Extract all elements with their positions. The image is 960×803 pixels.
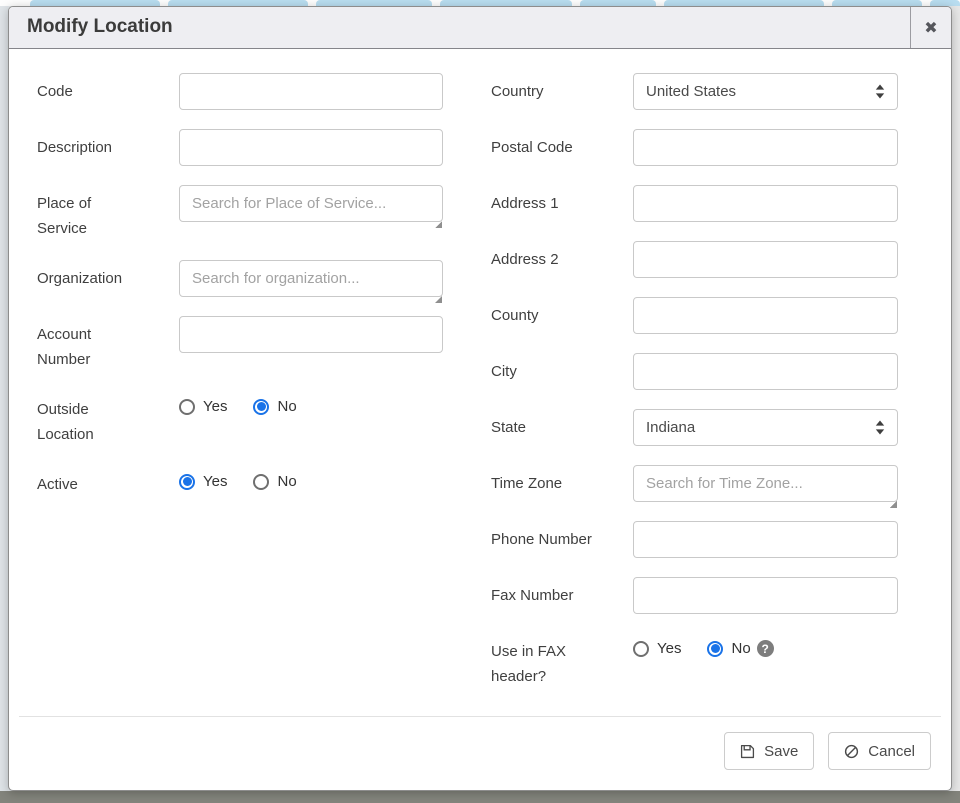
outside-location-yes-radio[interactable]: Yes [179,398,227,415]
state-select-value: Indiana [646,419,695,436]
radio-label: Yes [657,640,681,657]
country-label: Country [483,73,633,104]
address1-input[interactable] [633,185,898,222]
cancel-button[interactable]: Cancel [828,732,931,770]
cancel-icon [844,744,859,759]
address2-label: Address 2 [483,241,633,272]
radio-icon [633,641,649,657]
dialog-header: Modify Location ✖ [9,7,951,49]
radio-icon [179,474,195,490]
field-row-active: Active Yes No [29,466,443,497]
dropdown-grip-icon [435,296,442,303]
dialog-footer: Save Cancel [19,716,941,790]
save-icon [740,744,755,759]
postal-code-input[interactable] [633,129,898,166]
outside-location-no-radio[interactable]: No [253,398,296,415]
cancel-button-label: Cancel [868,743,915,760]
backdrop-right [952,6,960,791]
phone-number-input[interactable] [633,521,898,558]
address1-label: Address 1 [483,185,633,216]
fax-number-input[interactable] [633,577,898,614]
radio-icon [253,399,269,415]
organization-label: Organization [29,260,179,291]
radio-icon [253,474,269,490]
dropdown-grip-icon [890,501,897,508]
state-label: State [483,409,633,440]
form-column-left: Code Description Place of Service Organi… [29,73,443,716]
field-row-county: County [483,297,898,334]
country-select[interactable]: United States [633,73,898,110]
state-select[interactable]: Indiana [633,409,898,446]
phone-number-label: Phone Number [483,521,633,552]
field-row-use-in-fax-header: Use in FAX header? Yes No ? [483,633,898,689]
county-label: County [483,297,633,328]
dropdown-grip-icon [435,221,442,228]
field-row-organization: Organization [29,260,443,297]
radio-label: No [277,398,296,415]
outside-location-label: Outside Location [29,391,179,447]
radio-label: Yes [203,398,227,415]
field-row-account-number: Account Number [29,316,443,372]
field-row-address1: Address 1 [483,185,898,222]
time-zone-label: Time Zone [483,465,633,496]
close-icon: ✖ [924,18,937,38]
field-row-description: Description [29,129,443,166]
field-row-place-of-service: Place of Service [29,185,443,241]
country-select-value: United States [646,83,736,100]
field-row-country: Country United States [483,73,898,110]
account-number-input[interactable] [179,316,443,353]
field-row-city: City [483,353,898,390]
use-in-fax-header-radio-group: Yes No ? [633,633,898,657]
backdrop-bottom [0,791,960,803]
modify-location-dialog: Modify Location ✖ Code Description Place… [8,6,952,791]
field-row-code: Code [29,73,443,110]
save-button-label: Save [764,743,798,760]
place-of-service-search-input[interactable] [179,185,443,222]
field-row-fax-number: Fax Number [483,577,898,614]
radio-label: No [277,473,296,490]
field-row-outside-location: Outside Location Yes No [29,391,443,447]
active-label: Active [29,466,179,497]
updown-caret-icon [875,420,885,435]
code-label: Code [29,73,179,104]
outside-location-radio-group: Yes No [179,391,443,415]
fax-number-label: Fax Number [483,577,633,608]
radio-label: No [731,640,750,657]
dialog-title: Modify Location [9,7,910,48]
place-of-service-label: Place of Service [29,185,179,241]
field-row-postal-code: Postal Code [483,129,898,166]
city-label: City [483,353,633,384]
close-button[interactable]: ✖ [910,7,951,48]
radio-icon [179,399,195,415]
updown-caret-icon [875,84,885,99]
backdrop-left [0,6,8,791]
time-zone-search-input[interactable] [633,465,898,502]
postal-code-label: Postal Code [483,129,633,160]
use-in-fax-header-label: Use in FAX header? [483,633,633,689]
active-yes-radio[interactable]: Yes [179,473,227,490]
radio-label: Yes [203,473,227,490]
address2-input[interactable] [633,241,898,278]
field-row-address2: Address 2 [483,241,898,278]
help-icon[interactable]: ? [757,640,774,657]
use-in-fax-header-no-radio[interactable]: No [707,640,750,657]
field-row-time-zone: Time Zone [483,465,898,502]
active-radio-group: Yes No [179,466,443,490]
active-no-radio[interactable]: No [253,473,296,490]
use-in-fax-header-yes-radio[interactable]: Yes [633,640,681,657]
county-input[interactable] [633,297,898,334]
code-input[interactable] [179,73,443,110]
radio-icon [707,641,723,657]
organization-search-input[interactable] [179,260,443,297]
field-row-phone-number: Phone Number [483,521,898,558]
dialog-body: Code Description Place of Service Organi… [9,49,951,716]
description-label: Description [29,129,179,160]
description-input[interactable] [179,129,443,166]
city-input[interactable] [633,353,898,390]
form-column-right: Country United States Postal Code [483,73,898,716]
account-number-label: Account Number [29,316,179,372]
save-button[interactable]: Save [724,732,814,770]
field-row-state: State Indiana [483,409,898,446]
